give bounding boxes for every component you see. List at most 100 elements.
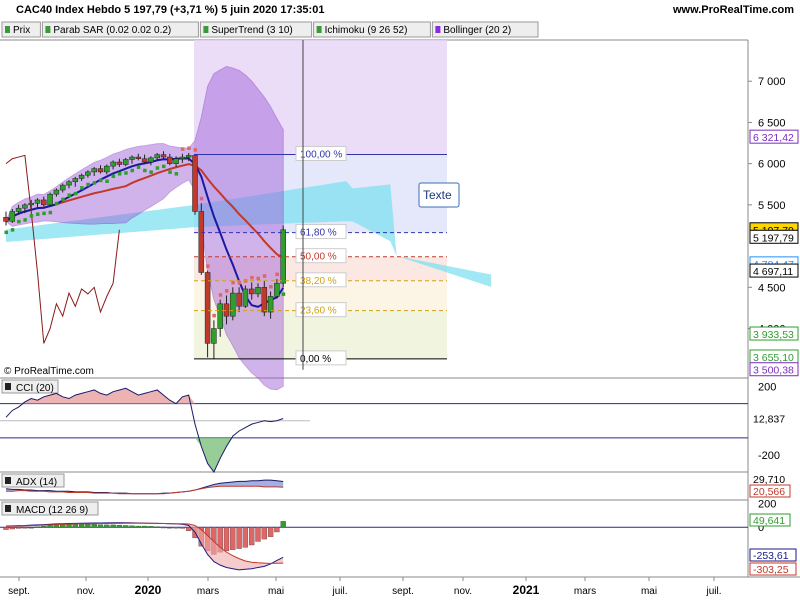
- candle: [47, 193, 53, 206]
- sar-dot: [174, 172, 179, 176]
- sar-dot: [67, 193, 71, 197]
- sar-dot: [212, 313, 216, 318]
- candle: [154, 154, 160, 159]
- x-tick-label: 2020: [135, 583, 162, 597]
- macd-histogram-bar: [53, 524, 60, 528]
- sar-dot: [117, 172, 122, 176]
- sar-dot: [231, 280, 235, 285]
- sar-dot: [218, 293, 223, 297]
- macd-histogram-bar: [179, 527, 186, 529]
- fib-label: 0,00 %: [300, 354, 331, 365]
- x-tick-label: juil.: [705, 586, 721, 597]
- candle: [173, 158, 179, 164]
- sar-dot: [48, 210, 53, 215]
- candle: [236, 292, 242, 307]
- sar-dot: [111, 174, 116, 179]
- candle: [274, 282, 280, 297]
- sar-dot: [23, 218, 27, 222]
- x-tick-label: sept.: [8, 586, 30, 597]
- y-tick-label: 6 500: [758, 117, 786, 129]
- candle: [66, 181, 72, 186]
- x-tick-label: mai: [641, 586, 657, 597]
- y-tick-label: 6 000: [758, 159, 786, 171]
- sar-dot: [73, 191, 78, 196]
- sar-dot: [124, 171, 128, 175]
- legend-swatch: [316, 26, 322, 33]
- sar-dot: [86, 182, 90, 187]
- sar-dot: [225, 289, 229, 293]
- adx-value-1: 29,710: [753, 474, 785, 486]
- macd-histogram-bar: [280, 521, 286, 528]
- macd-histogram-bar: [167, 527, 173, 529]
- macd-histogram-bar: [3, 527, 9, 530]
- legend-swatch: [5, 26, 10, 33]
- candle: [204, 272, 211, 344]
- macd-histogram-bar: [22, 527, 28, 529]
- candle: [97, 168, 104, 173]
- sar-dot: [206, 264, 210, 268]
- macd-histogram-bar: [154, 526, 160, 528]
- candle: [217, 303, 223, 329]
- watermark: © ProRealTime.com: [4, 366, 94, 377]
- candle: [28, 202, 34, 206]
- sar-dot: [130, 168, 134, 173]
- macd-histogram-bar: [85, 524, 91, 528]
- candle: [248, 288, 255, 295]
- fib-label: 23,60 %: [300, 306, 337, 317]
- legend-label: Prix: [13, 25, 30, 36]
- sar-dot: [136, 165, 141, 169]
- candle: [116, 161, 123, 165]
- candle: [53, 189, 60, 195]
- candle: [9, 211, 16, 222]
- sar-dot: [199, 196, 204, 201]
- sar-dot: [262, 274, 267, 278]
- macd-histogram-bar: [9, 527, 15, 530]
- cci-value: 12,837: [753, 414, 785, 426]
- macd-histogram-bar: [173, 527, 179, 529]
- candle: [148, 157, 154, 163]
- candle: [129, 156, 135, 160]
- adx-value-2: 20,566: [753, 486, 785, 498]
- sar-dot: [187, 146, 191, 150]
- macd-histogram-bar: [223, 527, 230, 552]
- macd-histogram-bar: [249, 527, 255, 546]
- sar-dot: [281, 292, 286, 296]
- legend-swatch: [45, 26, 51, 33]
- candle: [135, 156, 142, 159]
- sar-dot: [155, 166, 160, 170]
- sar-dot: [99, 178, 103, 183]
- legend-label: Ichimoku (9 26 52): [325, 25, 408, 36]
- legend-swatch: [203, 26, 209, 33]
- macd-value-1: 49,641: [753, 515, 785, 527]
- macd-histogram-bar: [78, 523, 85, 528]
- macd-histogram-bar: [160, 526, 167, 529]
- x-tick-label: mars: [574, 586, 596, 597]
- candle: [198, 211, 205, 273]
- macd-histogram-bar: [41, 525, 47, 528]
- candle: [78, 174, 85, 179]
- macd-histogram-bar: [236, 527, 242, 549]
- macd-histogram-bar: [28, 527, 34, 529]
- sar-dot: [17, 219, 21, 224]
- macd-histogram-bar: [242, 527, 249, 548]
- sar-dot: [256, 276, 260, 281]
- candle: [211, 328, 217, 344]
- price-tag-label: 6 321,42: [753, 132, 794, 144]
- macd-histogram-bar: [255, 527, 261, 542]
- cci-title: CCI (20): [16, 383, 54, 394]
- cci-tick-label: 200: [758, 382, 776, 394]
- legend-swatch: [435, 26, 441, 33]
- fib-label: 61,80 %: [300, 228, 337, 239]
- macd-swatch: [5, 505, 11, 512]
- macd-histogram-bar: [141, 525, 148, 528]
- price-tag-label: 5 197,79: [753, 232, 794, 244]
- sar-dot: [180, 147, 185, 151]
- chart-area[interactable]: Prix Parab SAR (0.02 0.02 0.2) SuperTrend …: [0, 0, 800, 600]
- macd-value-2: -253,61: [753, 550, 789, 562]
- sar-dot: [4, 230, 8, 235]
- candle: [122, 159, 129, 165]
- candle: [223, 303, 230, 317]
- macd-histogram-bar: [91, 524, 97, 528]
- macd-title: MACD (12 26 9): [16, 505, 88, 516]
- candle: [34, 199, 41, 204]
